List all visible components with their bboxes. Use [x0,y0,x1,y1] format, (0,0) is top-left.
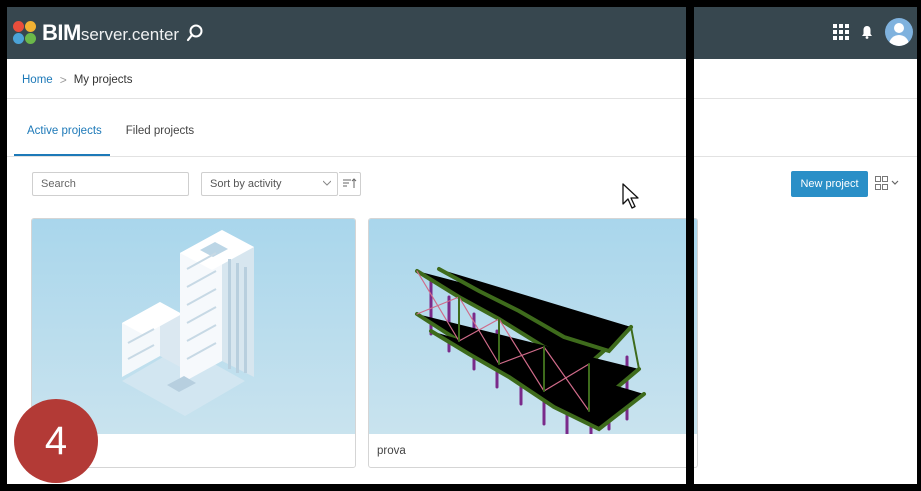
tab-active-projects[interactable]: Active projects [15,125,114,137]
user-avatar-icon[interactable] [885,18,913,46]
breadcrumb-separator: > [59,73,67,87]
breadcrumb-current: My projects [73,74,133,86]
divider [7,98,921,99]
chevron-down-icon [323,180,331,186]
sort-order-icon [343,178,357,188]
breadcrumb: Home > My projects [22,73,133,87]
project-name: prova [377,445,406,457]
brand-name-rest: server.center [80,24,180,44]
sort-order-button[interactable] [339,172,361,196]
bell-icon[interactable] [861,25,873,39]
app-window: BIM server.center Home > My projects Act… [7,7,921,484]
breadcrumb-home-link[interactable]: Home [22,74,53,86]
project-thumbnail [32,219,355,434]
black-overlay-divider [686,0,694,491]
tab-filed-projects[interactable]: Filed projects [114,125,206,137]
grid-apps-icon[interactable] [833,24,849,40]
building-illustration [122,230,254,416]
view-mode-toggle[interactable] [875,176,899,190]
sort-dropdown[interactable]: Sort by activity [201,172,338,196]
brand-name-bold: BIM [42,20,81,45]
project-tabs: Active projects Filed projects [15,125,206,137]
project-card[interactable]: prova [368,218,698,468]
header-right-icons [833,18,913,46]
sort-label: Sort by activity [210,178,282,190]
black-border-bottom [0,484,921,491]
mouse-cursor-icon [622,183,639,209]
search-icon[interactable] [185,23,205,43]
brand-logo[interactable]: BIM server.center [13,20,179,46]
project-thumbnail [369,219,697,436]
structure-model-illustration [415,267,646,436]
grid-view-icon [875,176,888,190]
step-number-badge: 4 [14,399,98,483]
logo-mark-icon [13,21,37,45]
new-project-button[interactable]: New project [791,171,868,197]
divider [7,156,921,157]
chevron-down-icon [891,180,899,185]
black-border-right [917,0,921,491]
search-input[interactable]: Search [32,172,189,196]
top-navigation-bar: BIM server.center [7,7,921,59]
